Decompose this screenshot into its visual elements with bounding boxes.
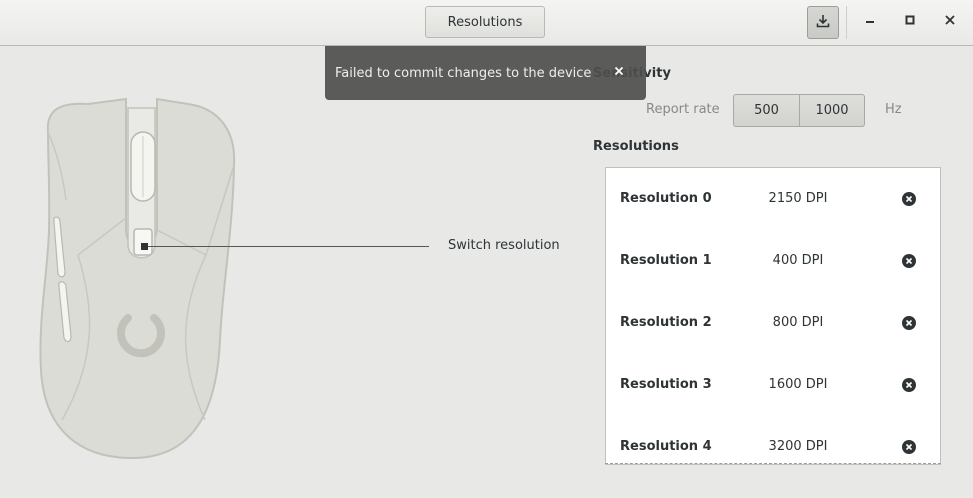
header-separator xyxy=(846,6,847,39)
resolution-value: 1600 DPI xyxy=(768,377,828,392)
maximize-icon xyxy=(904,14,916,30)
resolution-name: Resolution 3 xyxy=(620,377,712,392)
report-rate-1000-button[interactable]: 1000 xyxy=(800,94,865,127)
resolution-value: 3200 DPI xyxy=(768,439,828,454)
list-scroll-edge xyxy=(605,463,941,464)
resolution-row-1[interactable]: Resolution 1 400 DPI xyxy=(606,230,940,292)
resolution-name: Resolution 2 xyxy=(620,315,712,330)
switch-resolution-label: Switch resolution xyxy=(448,238,560,253)
remove-resolution-icon[interactable] xyxy=(902,192,916,206)
resolution-row-4[interactable]: Resolution 4 3200 DPI xyxy=(606,416,940,464)
switch-resolution-leader-line xyxy=(145,246,429,247)
report-rate-1000-label: 1000 xyxy=(815,103,849,118)
resolution-value: 2150 DPI xyxy=(768,191,828,206)
resolution-row-3[interactable]: Resolution 3 1600 DPI xyxy=(606,354,940,416)
header-bar: Resolutions xyxy=(0,0,973,46)
notification-message: Failed to commit changes to the device xyxy=(335,66,592,81)
resolution-value: 800 DPI xyxy=(772,315,824,330)
title-button-label: Resolutions xyxy=(447,14,523,30)
report-rate-500-label: 500 xyxy=(754,103,779,118)
remove-resolution-icon[interactable] xyxy=(902,378,916,392)
resolution-value: 400 DPI xyxy=(772,253,824,268)
close-icon xyxy=(614,65,624,80)
close-icon xyxy=(944,14,956,30)
report-rate-toggle-group: 500 1000 xyxy=(733,94,865,127)
minimize-icon xyxy=(864,14,876,30)
report-rate-500-button[interactable]: 500 xyxy=(733,94,800,127)
minimize-button[interactable] xyxy=(858,10,882,34)
resolution-name: Resolution 4 xyxy=(620,439,712,454)
resolutions-title-button[interactable]: Resolutions xyxy=(425,6,545,38)
maximize-button[interactable] xyxy=(898,10,922,34)
remove-resolution-icon[interactable] xyxy=(902,254,916,268)
download-icon xyxy=(816,14,830,32)
remove-resolution-icon[interactable] xyxy=(902,316,916,330)
window-close-button[interactable] xyxy=(938,10,962,34)
resolution-row-0[interactable]: Resolution 0 2150 DPI xyxy=(606,168,940,230)
resolutions-list: Resolution 0 2150 DPI Resolution 1 400 D… xyxy=(605,167,941,465)
report-rate-label: Report rate xyxy=(646,102,720,117)
error-notification: Failed to commit changes to the device xyxy=(325,46,646,100)
remove-resolution-icon[interactable] xyxy=(902,440,916,454)
resolution-row-2[interactable]: Resolution 2 800 DPI xyxy=(606,292,940,354)
mouse-illustration xyxy=(39,97,236,460)
switch-resolution-marker[interactable] xyxy=(141,243,148,250)
resolution-name: Resolution 1 xyxy=(620,253,712,268)
resolution-name: Resolution 0 xyxy=(620,191,712,206)
report-rate-unit: Hz xyxy=(885,102,902,117)
notification-close-button[interactable] xyxy=(611,64,627,80)
commit-button[interactable] xyxy=(807,6,839,39)
resolutions-heading: Resolutions xyxy=(593,139,679,154)
